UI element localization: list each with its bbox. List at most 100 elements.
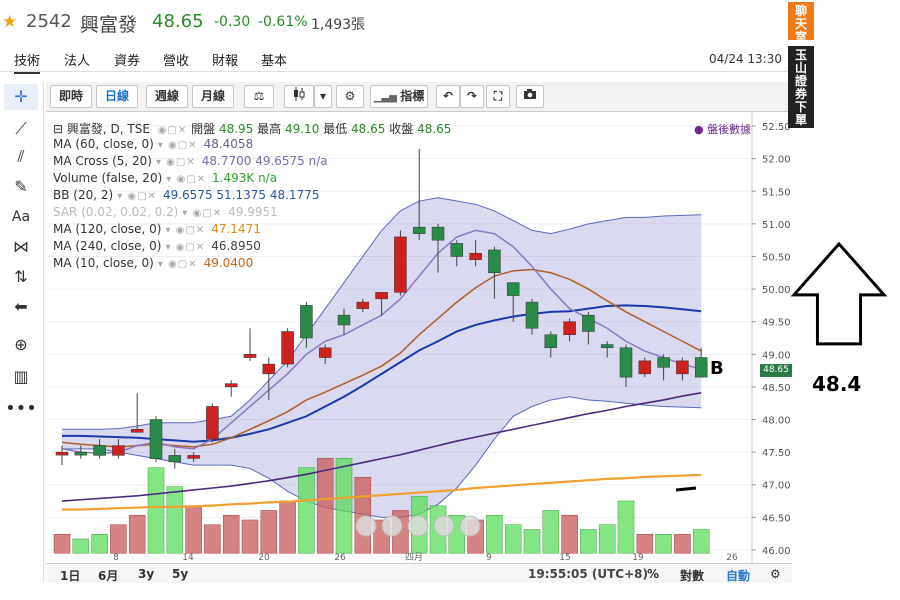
log-toggle[interactable]: 對數 [680, 567, 704, 584]
after-hours-label[interactable]: ● 盤後數據 [694, 121, 751, 137]
fib-icon[interactable]: ⫽ [4, 144, 38, 170]
y-tick-label: 52.00 [762, 155, 791, 166]
app-root: ★ 2542 興富發 48.65 -0.30 -0.61% 1,493張 技術 … [0, 0, 900, 600]
candle-body [694, 357, 708, 378]
pattern-icon[interactable]: ⋈ [4, 234, 38, 260]
stock-price: 48.65 [152, 11, 204, 32]
chat-room-tab[interactable]: 聊天室 [788, 2, 814, 44]
volume-bar [335, 457, 353, 554]
realtime-button[interactable]: 即時 [50, 85, 92, 108]
y-tick-label: 49.00 [762, 350, 791, 361]
candle-body [412, 226, 426, 234]
volume-bar [580, 529, 597, 554]
zoom-icon[interactable]: ⊕ [4, 332, 38, 358]
candle-body [187, 455, 200, 459]
fullscreen-icon[interactable]: ⛶ [486, 85, 510, 108]
candle-body [563, 321, 576, 335]
indicators-button[interactable]: ▁▃▅ 指標 [370, 85, 428, 108]
candle-body [450, 243, 464, 257]
range-6m-button[interactable]: 6月 [98, 567, 118, 584]
section-tabs: 技術 法人 資券 營收 財報 基本 04/24 13:30 [0, 46, 790, 74]
arrow-left-icon[interactable]: ⬅ [4, 294, 38, 320]
tab-margin[interactable]: 資券 [114, 50, 140, 69]
chart-nav-button [407, 515, 429, 537]
legend-row-controls-icon[interactable]: ▾ ◉▢✕ [166, 174, 206, 185]
broker-order-label: 玉山證券下單 [794, 48, 807, 127]
compare-icon[interactable]: ⚖ [244, 85, 274, 108]
volume-bar [260, 510, 278, 554]
open-value: 48.95 [218, 122, 254, 136]
volume-bar [204, 524, 221, 554]
legend-row-controls-icon[interactable]: ▾ ◉▢✕ [117, 191, 157, 202]
bottom-settings-gear-icon[interactable]: ⚙ [770, 567, 781, 581]
volume-bar [692, 529, 710, 554]
chart-nav-button [459, 515, 481, 537]
candle-body [525, 301, 539, 329]
drawing-toolbar: ✛ ⟋ ⫽ ✎ Aa ⋈ ⇅ ⬅ ⊕ ▥ ••• [0, 82, 44, 582]
range-5y-button[interactable]: 5y [172, 567, 188, 581]
volume-bar [486, 514, 503, 554]
legend-row: MA (10, close, 0) ▾ ◉▢✕ 49.0400 [53, 256, 253, 270]
legend-row-label: Volume (false, 20) [53, 171, 163, 185]
percent-toggle[interactable]: % [647, 567, 659, 581]
range-1d-button[interactable]: 1日 [60, 567, 80, 584]
tab-technical[interactable]: 技術 [14, 50, 41, 74]
tab-institutional[interactable]: 法人 [64, 50, 90, 69]
trendline-icon[interactable]: ⟋ [4, 116, 38, 142]
candle-body [394, 236, 407, 293]
monthly-button[interactable]: 月線 [192, 85, 234, 108]
stock-code: 2542 [26, 11, 72, 32]
volume-bar [298, 467, 315, 554]
daily-button[interactable]: 日線 [96, 85, 138, 108]
candle-body [206, 406, 219, 440]
collapse-icon[interactable]: ⊟ [53, 122, 67, 136]
legend-row-controls-icon[interactable]: ▾ ◉▢✕ [182, 208, 222, 219]
x-tick-label: 26 [726, 553, 738, 563]
legend-row-controls-icon[interactable]: ▾ ◉▢✕ [158, 140, 198, 151]
legend-controls-icon[interactable]: ◉▢✕ [158, 125, 188, 136]
candle-type-icon[interactable] [284, 85, 314, 108]
up-arrow-icon [790, 241, 888, 346]
legend-row: Volume (false, 20) ▾ ◉▢✕ 1.493K n/a [53, 171, 277, 185]
crosshair-icon[interactable]: ✛ [4, 84, 38, 110]
candle-body [600, 344, 614, 349]
legend-row-controls-icon[interactable]: ▾ ◉▢✕ [158, 259, 198, 270]
broker-order-tab[interactable]: 玉山證券下單 [788, 46, 814, 128]
legend-row-controls-icon[interactable]: ▾ ◉▢✕ [156, 157, 196, 168]
x-tick-label: 四月 [405, 552, 423, 563]
volume-bar [504, 524, 522, 554]
redo-icon[interactable]: ↷ [460, 85, 484, 108]
brush-icon[interactable]: ✎ [4, 174, 38, 200]
settings-gear-icon[interactable]: ⚙ [336, 85, 364, 108]
weekly-button[interactable]: 週線 [146, 85, 188, 108]
camera-icon[interactable] [516, 85, 544, 108]
chevron-down-icon[interactable]: ▾ [314, 85, 332, 108]
range-3y-button[interactable]: 3y [138, 567, 154, 581]
stock-header: ★ 2542 興富發 48.65 -0.30 -0.61% 1,493張 [0, 0, 790, 44]
stock-name: 興富發 [80, 14, 138, 36]
legend-row-values: 49.9951 [228, 205, 278, 219]
legend-row-label: BB (20, 2) [53, 188, 114, 202]
more-icon[interactable]: ••• [4, 396, 38, 422]
legend-row: MA (60, close, 0) ▾ ◉▢✕ 48.4058 [53, 137, 253, 151]
tab-basic[interactable]: 基本 [261, 50, 287, 69]
text-tool-icon[interactable]: Aa [4, 204, 38, 230]
measure-icon[interactable]: ⇅ [4, 264, 38, 290]
legend-row-controls-icon[interactable]: ▾ ◉▢✕ [165, 225, 205, 236]
legend-row-controls-icon[interactable]: ▾ ◉▢✕ [165, 242, 205, 253]
favorite-star-icon[interactable]: ★ [2, 12, 17, 32]
candle-body [375, 292, 388, 300]
legend-row-values: 48.4058 [203, 137, 254, 151]
auto-toggle[interactable]: 自動 [726, 567, 750, 584]
candle-body [224, 383, 238, 388]
tab-revenue[interactable]: 營收 [163, 50, 189, 69]
volume-bar [110, 524, 127, 554]
volume-bar [72, 538, 90, 554]
bar-tool-icon[interactable]: ▥ [4, 364, 38, 390]
clock-label: 19:55:05 (UTC+8) [528, 567, 648, 581]
tab-financials[interactable]: 財報 [212, 50, 238, 69]
undo-icon[interactable]: ↶ [436, 85, 460, 108]
x-tick-label: 14 [182, 553, 194, 563]
y-tick-label: 46.50 [762, 513, 791, 524]
volume-bar [185, 505, 202, 554]
